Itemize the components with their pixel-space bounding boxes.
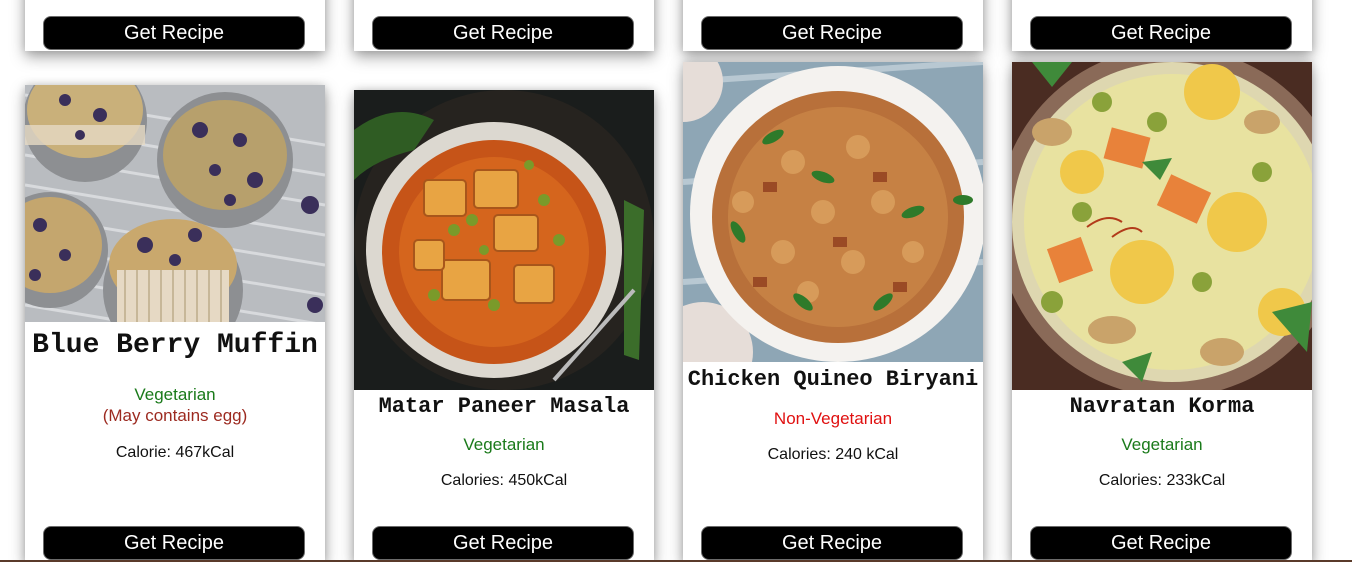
calorie-info: Calories: 240 kCal xyxy=(767,446,899,463)
recipe-grid-page: Get Recipe Get Recipe Get Recipe Get Rec… xyxy=(0,0,1352,562)
get-recipe-button[interactable]: Get Recipe xyxy=(43,526,305,560)
recipe-title: Blue Berry Muffin xyxy=(32,330,318,361)
diet-label-vegetarian: Vegetarian xyxy=(134,385,216,404)
get-recipe-button[interactable]: Get Recipe xyxy=(372,526,634,560)
calorie-info: Calorie: 467kCal xyxy=(115,444,235,461)
matar-paneer-photo xyxy=(354,90,654,390)
diet-note: (May contains egg) xyxy=(102,406,248,425)
navratan-korma-photo xyxy=(1012,62,1312,390)
diet-label-vegetarian: Vegetarian xyxy=(1121,435,1203,454)
get-recipe-button[interactable]: Get Recipe xyxy=(372,16,634,50)
get-recipe-button[interactable]: Get Recipe xyxy=(701,16,963,50)
get-recipe-button[interactable]: Get Recipe xyxy=(1030,16,1292,50)
calorie-info: Calories: 233kCal xyxy=(1098,472,1226,489)
top-card-1: Get Recipe xyxy=(25,0,325,51)
recipe-title: Chicken Quineo Biryani xyxy=(687,367,979,392)
quinoa-biryani-photo xyxy=(683,62,983,362)
recipe-card-blueberry-muffin: Blue Berry Muffin Vegetarian (May contai… xyxy=(25,85,325,562)
recipe-title: Navratan Korma xyxy=(1069,394,1255,419)
top-card-4: Get Recipe xyxy=(1012,0,1312,51)
blueberry-muffins-photo xyxy=(25,85,325,322)
recipe-card-chicken-quinoa-biryani: Chicken Quineo Biryani Non-Vegetarian Ca… xyxy=(683,62,983,562)
calorie-info: Calories: 450kCal xyxy=(440,472,568,489)
get-recipe-button[interactable]: Get Recipe xyxy=(43,16,305,50)
diet-label-non-vegetarian: Non-Vegetarian xyxy=(773,409,893,428)
top-card-3: Get Recipe xyxy=(683,0,983,51)
top-card-2: Get Recipe xyxy=(354,0,654,51)
recipe-title: Matar Paneer Masala xyxy=(378,394,630,419)
recipe-card-matar-paneer: Matar Paneer Masala Vegetarian Calories:… xyxy=(354,90,654,562)
recipe-card-navratan-korma: Navratan Korma Vegetarian Calories: 233k… xyxy=(1012,62,1312,562)
get-recipe-button[interactable]: Get Recipe xyxy=(701,526,963,560)
diet-label-vegetarian: Vegetarian xyxy=(463,435,545,454)
get-recipe-button[interactable]: Get Recipe xyxy=(1030,526,1292,560)
